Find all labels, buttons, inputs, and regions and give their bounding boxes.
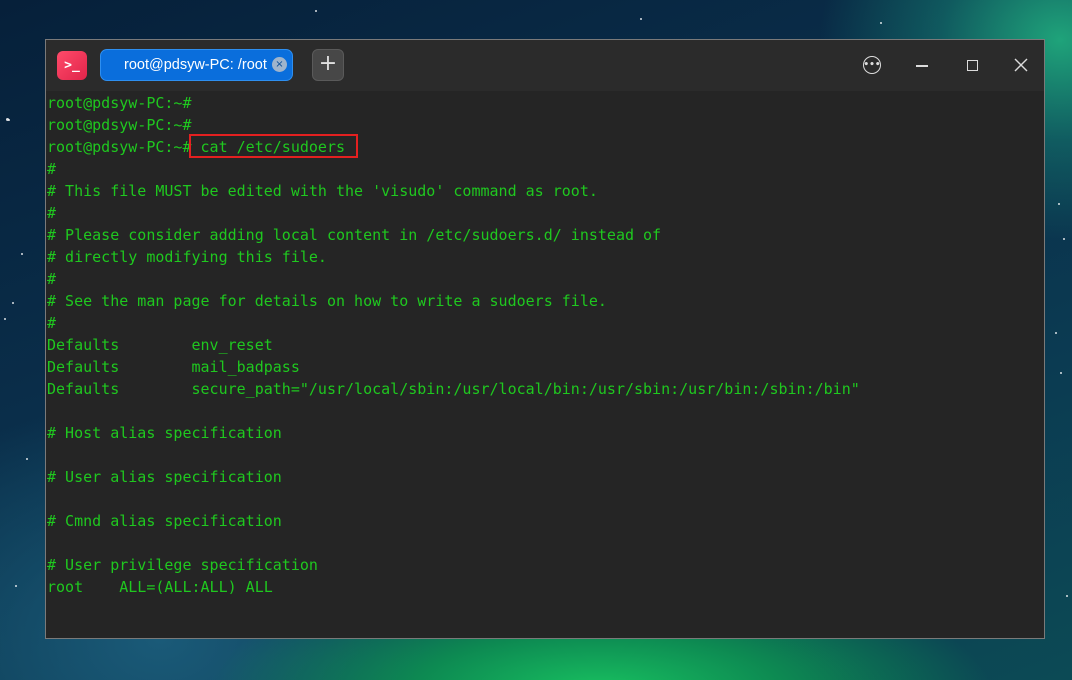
terminal-line: # [47,270,57,288]
tab-close-icon[interactable]: × [272,57,287,72]
tab-label: root@pdsyw-PC: /root [124,57,267,73]
background-star [1055,332,1057,334]
background-star [1063,238,1065,240]
background-star [1060,372,1062,374]
terminal-line: # [47,314,57,332]
terminal-line: # Cmnd alias specification [47,512,282,530]
maximize-button[interactable] [957,51,987,79]
background-star [1058,203,1060,205]
background-star [1066,595,1068,597]
close-button[interactable] [1006,51,1036,79]
terminal-line: # User privilege specification [47,556,318,574]
terminal-line: # Host alias specification [47,424,282,442]
terminal-output[interactable]: root@pdsyw-PC:~# root@pdsyw-PC:~# root@p… [46,91,1044,638]
terminal-line: # See the man page for details on how to… [47,292,607,310]
terminal-line: # This file MUST be edited with the 'vis… [47,182,598,200]
menu-button[interactable]: ••• [857,51,887,79]
tab-root-pdsyw-pc[interactable]: root@pdsyw-PC: /root × [100,49,293,81]
terminal-line: root@pdsyw-PC:~# [47,94,192,112]
background-star [21,253,23,255]
minimize-icon [916,65,928,67]
terminal-line: root ALL=(ALL:ALL) ALL [47,578,273,596]
background-star [15,585,17,587]
maximize-icon [967,60,978,71]
background-star [12,302,14,304]
more-options-dots: ••• [863,60,881,70]
terminal-line: Defaults env_reset [47,336,273,354]
terminal-line: Defaults secure_path="/usr/local/sbin:/u… [47,380,860,398]
terminal-line: # Please consider adding local content i… [47,226,662,244]
terminal-line: # User alias specification [47,468,282,486]
terminal-line: # [47,160,57,178]
title-bar[interactable]: >_ root@pdsyw-PC: /root × + ••• [46,40,1044,91]
terminal-line: # directly modifying this file. [47,248,327,266]
background-star [6,118,9,121]
minimize-button[interactable] [907,51,937,79]
close-icon [1014,58,1028,72]
terminal-window: >_ root@pdsyw-PC: /root × + ••• root@pds… [45,39,1045,639]
terminal-app-icon[interactable]: >_ [57,51,87,80]
background-star [26,458,28,460]
background-star [4,318,6,320]
background-star [640,18,642,20]
background-star [880,22,882,24]
background-star [315,10,317,12]
new-tab-button[interactable]: + [312,49,344,81]
terminal-line: root@pdsyw-PC:~# [47,116,192,134]
terminal-line: # [47,204,57,222]
terminal-line: Defaults mail_badpass [47,358,300,376]
command-highlight-box [189,134,358,158]
